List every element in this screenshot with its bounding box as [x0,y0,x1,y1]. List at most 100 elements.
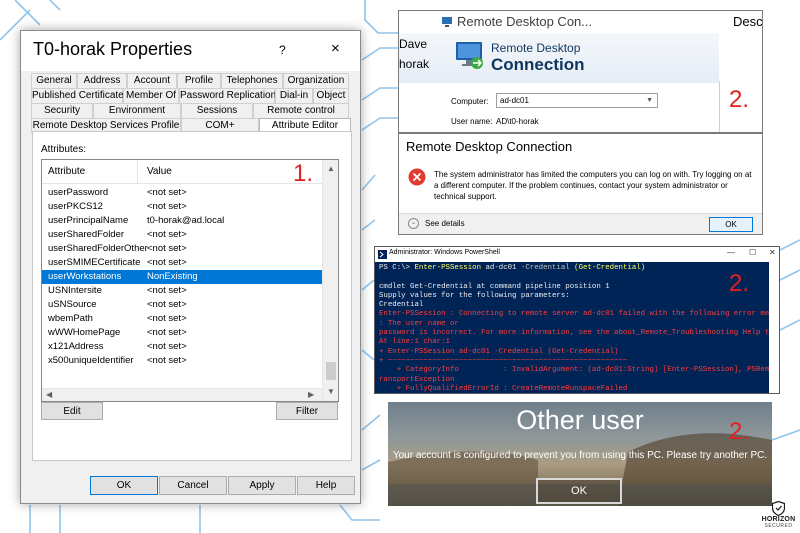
computer-select[interactable]: ad-dc01 ▼ [496,93,658,108]
table-row[interactable]: userSharedFolder <not set> [42,228,322,242]
rdc-brand-line2: Connection [491,55,585,74]
see-details-toggle[interactable]: See details [425,219,465,228]
console-error-line: Enter-PSSession : Connecting to remote s… [379,310,780,319]
table-row-selected[interactable]: userWorkstations NonExisting [42,270,322,284]
tab-row-2: Published Certificates Member Of Passwor… [31,88,349,103]
table-row[interactable]: userPassword <not set> [42,186,322,200]
scroll-down-icon[interactable]: ▼ [327,387,335,396]
row-attribute: wbemPath [48,313,93,324]
table-row[interactable]: wbemPath <not set> [42,312,322,326]
other-user-ok-button[interactable]: OK [536,478,622,504]
error-ok-button[interactable]: OK [709,217,753,232]
console-line: Supply values for the following paramete… [379,291,570,300]
help-icon[interactable]: ? [279,43,286,57]
computer-label: Computer: [451,97,489,106]
row-value: <not set> [147,299,187,310]
row-attribute: x121Address [48,341,104,352]
table-row[interactable]: userPKCS12 <not set> [42,200,322,214]
rdc-window: Remote Desktop Con... Desc Dave horak Re… [398,10,763,133]
console-error-line: : The user name or [379,319,459,328]
vertical-scrollbar[interactable]: ▲ ▼ [322,160,338,401]
other-user-screen: Other user Your account is configured to… [388,402,772,506]
table-row[interactable]: x121Address <not set> [42,340,322,354]
filter-button[interactable]: Filter [276,402,338,420]
chevron-down-icon[interactable]: ▼ [646,94,653,107]
tab-profile[interactable]: Profile [177,73,221,88]
tab-published-certificates[interactable]: Published Certificates [31,88,129,103]
powershell-scrollbar[interactable] [769,262,779,393]
maximize-icon[interactable]: ☐ [749,248,756,257]
column-header-value[interactable]: Value [147,166,172,177]
tab-organization[interactable]: Organization [283,73,349,88]
cancel-button[interactable]: Cancel [159,476,227,495]
tab-remote-control[interactable]: Remote control [253,103,349,118]
ok-button[interactable]: OK [90,476,158,495]
tab-dial-in[interactable]: Dial-in [275,88,313,103]
tab-sessions[interactable]: Sessions [181,103,253,118]
logo-line2: SECURED [764,523,793,529]
step-marker-2: 2. [729,270,750,297]
tab-password-replication[interactable]: Password Replication [179,88,276,103]
row-value: <not set> [147,257,187,268]
tab-address[interactable]: Address [77,73,127,88]
table-row[interactable]: uSNSource <not set> [42,298,322,312]
console-command-arg: ad-dc01 [481,264,521,272]
table-row[interactable]: userSMIMECertificate <not set> [42,256,322,270]
error-footer: ⌄ See details OK [399,213,762,234]
row-value: <not set> [147,285,187,296]
tab-general[interactable]: General [31,73,77,88]
row-attribute: userSharedFolderOther [48,243,148,254]
other-user-message: Your account is configured to prevent yo… [392,450,768,461]
rdc-titlebar: Remote Desktop Con... [399,11,719,33]
logo-line1: HORIZON [761,516,796,523]
properties-dialog: T0-horak Properties ? × General Address … [20,30,361,504]
close-icon[interactable]: ✕ [769,248,776,257]
minimize-icon[interactable]: — [727,248,735,257]
step-marker-2: 2. [729,86,750,113]
edit-button[interactable]: Edit [41,402,103,420]
other-user-title: Other user [516,405,644,435]
tab-account[interactable]: Account [127,73,177,88]
column-separator[interactable] [137,160,138,184]
table-row[interactable]: userSharedFolderOther <not set> [42,242,322,256]
row-value: NonExisting [147,271,198,282]
background-user-item: horak [399,57,430,71]
tab-environment[interactable]: Environment [93,103,181,118]
shield-icon [772,501,785,516]
scroll-right-icon[interactable]: ▶ [308,390,314,399]
row-value: <not set> [147,313,187,324]
tab-telephones[interactable]: Telephones [221,73,283,88]
apply-button[interactable]: Apply [228,476,296,495]
row-value: <not set> [147,355,187,366]
table-row[interactable]: x500uniqueIdentifier <not set> [42,354,322,368]
background-user-item: Dave [399,37,428,51]
attributes-list: Attribute Value userPassword <not set> us… [41,159,339,402]
console-command-sub: (Get-Credential) [569,264,646,272]
row-value: <not set> [147,341,187,352]
table-row[interactable]: userPrincipalName t0-horak@ad.local [42,214,322,228]
dialog-titlebar: T0-horak Properties ? × [21,31,360,71]
powershell-console[interactable]: PS C:\> Enter-PSSession ad-dc01 -Credent… [379,264,780,393]
dialog-footer: OK Cancel Apply Help [21,471,360,503]
close-icon[interactable]: × [331,40,340,57]
console-prompt: PS C:\> [379,264,415,272]
scroll-up-icon[interactable]: ▲ [327,164,335,173]
help-button[interactable]: Help [297,476,355,495]
scroll-thumb[interactable] [326,362,336,380]
table-row[interactable]: USNIntersite <not set> [42,284,322,298]
chevron-down-icon[interactable]: ⌄ [408,218,419,229]
row-value: t0-horak@ad.local [147,215,225,226]
row-attribute: userSharedFolder [48,229,125,240]
console-error-line: password is incorrect. For more informat… [379,329,780,338]
console-line-prompt: PS C:\> Enter-PSSession ad-dc01 -Credent… [379,264,771,273]
scroll-left-icon[interactable]: ◀ [46,390,52,399]
column-header-attribute[interactable]: Attribute [48,166,85,177]
tab-object[interactable]: Object [313,88,349,103]
tab-security[interactable]: Security [31,103,93,118]
tab-member-of[interactable]: Member Of [123,88,179,103]
table-row[interactable]: wWWHomePage <not set> [42,326,322,340]
console-error-line: + Enter-PSSession ad-dc01 -Credential (G… [379,347,619,356]
rdc-monitor-icon [456,42,483,69]
horizontal-scrollbar[interactable]: ◀ ▶ [42,388,322,401]
